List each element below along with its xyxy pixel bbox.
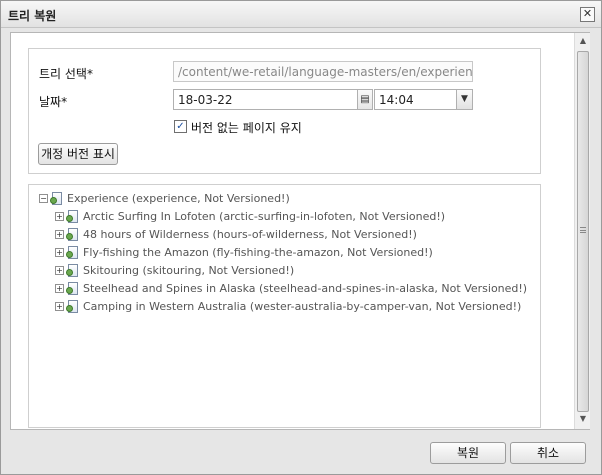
tree-node-label[interactable]: 48 hours of Wilderness (hours-of-wildern… (83, 228, 417, 241)
page-icon (66, 300, 79, 314)
scroll-down-icon[interactable]: ▼ (578, 414, 588, 426)
grip-icon (580, 227, 586, 233)
page-icon (66, 264, 79, 278)
restore-button[interactable]: 복원 (430, 442, 506, 464)
dialog-scrollbar[interactable]: ▲ ▼ (574, 33, 590, 429)
show-versions-button[interactable]: 개정 버전 표시 (38, 143, 118, 165)
tree-node-label[interactable]: Skitouring (skitouring, Not Versioned!) (83, 264, 294, 277)
expand-icon[interactable]: + (55, 266, 64, 275)
tree-node-label[interactable]: Arctic Surfing In Lofoten (arctic-surfin… (83, 210, 445, 223)
page-icon (66, 228, 79, 242)
tree-node-label[interactable]: Fly-fishing the Amazon (fly-fishing-the-… (83, 246, 433, 259)
expand-icon[interactable]: + (55, 230, 64, 239)
date-label: 날짜* (39, 95, 68, 109)
expand-icon[interactable]: + (55, 212, 64, 221)
date-field[interactable]: 18-03-22 (173, 89, 358, 110)
scroll-thumb[interactable] (577, 51, 589, 412)
tree-node-label[interactable]: Steelhead and Spines in Alaska (steelhea… (83, 282, 527, 295)
expand-icon[interactable]: + (55, 284, 64, 293)
page-icon (66, 246, 79, 260)
calendar-icon[interactable]: ▤ (357, 89, 373, 110)
page-icon (50, 192, 63, 206)
preserve-unversioned-checkbox[interactable]: ✓ (174, 120, 187, 133)
tree-select-label: 트리 선택* (39, 67, 93, 81)
page-icon (66, 282, 79, 296)
tree-path-field[interactable]: /content/we-retail/language-masters/en/e… (173, 61, 473, 82)
scroll-up-icon[interactable]: ▲ (578, 36, 588, 48)
time-field[interactable]: 14:04 (374, 89, 457, 110)
expand-icon[interactable]: + (55, 248, 64, 257)
close-icon[interactable]: ✕ (580, 7, 595, 22)
page-icon (66, 210, 79, 224)
collapse-icon[interactable]: − (39, 194, 48, 203)
chevron-down-icon[interactable]: ▼ (456, 89, 473, 110)
dialog-title: 트리 복원 (8, 9, 57, 23)
preserve-unversioned-label[interactable]: 버전 없는 페이지 유지 (191, 119, 302, 136)
tree-node-label[interactable]: Experience (experience, Not Versioned!) (67, 192, 290, 205)
dialog-titlebar[interactable]: 트리 복원 ✕ (1, 1, 601, 28)
expand-icon[interactable]: + (55, 302, 64, 311)
cancel-button[interactable]: 취소 (510, 442, 586, 464)
tree-node-label[interactable]: Camping in Western Australia (wester-aus… (83, 300, 521, 313)
restore-tree-dialog: 트리 복원 ✕ ▲ ▼ 트리 선택* /content/we-retail/la… (0, 0, 602, 475)
